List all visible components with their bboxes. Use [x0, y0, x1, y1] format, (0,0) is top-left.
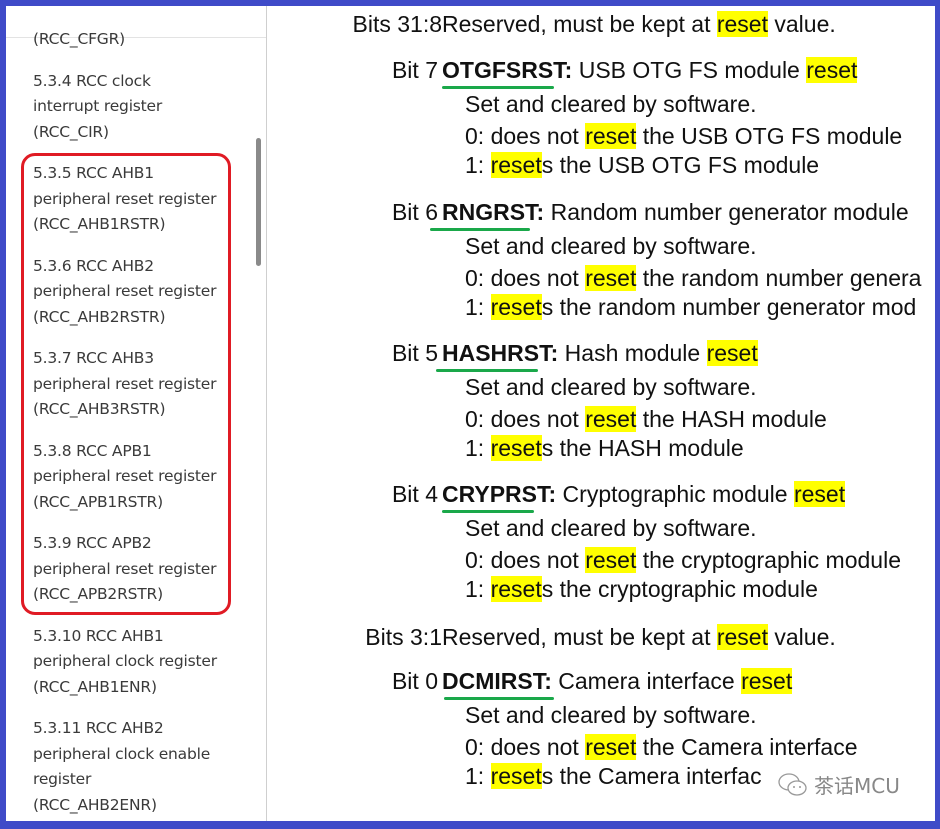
- search-highlight: reset: [741, 668, 793, 694]
- field-name: RNGRST:: [442, 199, 545, 225]
- text: 0: does not: [465, 406, 586, 432]
- text: 0: does not: [465, 547, 586, 573]
- annotation-underline: [442, 86, 554, 89]
- reserved-desc: Reserved, must be kept at reset value.: [442, 11, 836, 38]
- text: value.: [768, 624, 836, 650]
- text: 1:: [465, 435, 491, 461]
- text: 0: does not: [465, 265, 586, 291]
- bit-label: Bit 5: [391, 340, 438, 366]
- field-desc: RNGRST: Random number generator module: [442, 199, 909, 226]
- annotation-underline: [444, 697, 554, 700]
- close-icon[interactable]: ×: [222, 0, 242, 10]
- text: Set and cleared by software.: [465, 233, 757, 259]
- bit-label: Bit 0: [391, 668, 438, 694]
- toc-item-5-3-10[interactable]: 5.3.10 RCC AHB1 peripheral clock registe…: [33, 624, 233, 701]
- text: s the USB OTG FS module: [541, 152, 820, 178]
- search-highlight: reset: [490, 435, 542, 461]
- text: USB OTG FS module: [572, 57, 807, 83]
- text: Cryptographic module: [556, 481, 794, 507]
- value-desc: 0: does not reset the cryptographic modu…: [465, 547, 901, 574]
- toc-item-5-3-11[interactable]: 5.3.11 RCC AHB2 peripheral clock enable …: [33, 716, 233, 818]
- text: 1:: [465, 763, 491, 789]
- text: Reserved, must be kept at: [442, 11, 717, 37]
- value-desc: 1: resets the cryptographic module: [465, 576, 818, 603]
- bit-label: Bits 3:1: [365, 624, 442, 650]
- text: the cryptographic module: [636, 547, 901, 573]
- toc-item-rcc-cfgr[interactable]: (RCC_CFGR): [33, 27, 233, 53]
- value-desc: 0: does not reset the Camera interface: [465, 734, 858, 761]
- field-desc: HASHRST: Hash module reset: [442, 340, 758, 367]
- value-desc: 0: does not reset the USB OTG FS module: [465, 123, 902, 150]
- sidebar-divider: [266, 0, 267, 829]
- text: the USB OTG FS module: [636, 123, 903, 149]
- text: s the cryptographic module: [541, 576, 818, 602]
- text: s the Camera interfac: [541, 763, 762, 789]
- search-highlight: reset: [585, 406, 637, 432]
- value-desc: 1: resets the HASH module: [465, 435, 744, 462]
- search-highlight: reset: [716, 11, 768, 37]
- search-highlight: reset: [490, 763, 542, 789]
- field-name: CRYPRST:: [442, 481, 557, 507]
- search-highlight: reset: [585, 734, 637, 760]
- text: Camera interface: [551, 668, 742, 694]
- field-desc: CRYPRST: Cryptographic module reset: [442, 481, 846, 508]
- text: s the HASH module: [541, 435, 744, 461]
- search-highlight: reset: [585, 547, 637, 573]
- watermark-text: 茶话MCU: [814, 774, 900, 798]
- watermark: 茶话MCU: [778, 770, 900, 799]
- document-content: Bits 31:8 Reserved, must be kept at rese…: [268, 0, 940, 829]
- text: Set and cleared by software.: [465, 515, 757, 541]
- text: Reserved, must be kept at: [442, 624, 717, 650]
- text: value.: [768, 11, 836, 37]
- value-desc: 0: does not reset the HASH module: [465, 406, 827, 433]
- text: 1:: [465, 152, 491, 178]
- text: 1:: [465, 294, 491, 320]
- text: Set and cleared by software.: [465, 374, 757, 400]
- sidebar-scrollbar[interactable]: [256, 138, 261, 266]
- sidebar-title: ents: [0, 0, 35, 7]
- wechat-icon: [778, 772, 807, 796]
- bit-label: Bit 6: [391, 199, 438, 225]
- toc-item-5-3-4[interactable]: 5.3.4 RCC clock interrupt register (RCC_…: [33, 69, 233, 146]
- annotation-highlight-box: [21, 153, 231, 615]
- search-highlight: reset: [716, 624, 768, 650]
- text: the random number genera: [636, 265, 922, 291]
- field-name: OTGFSRST:: [442, 57, 573, 83]
- text: Hash module: [558, 340, 707, 366]
- search-highlight: reset: [585, 265, 637, 291]
- search-highlight: reset: [490, 152, 542, 178]
- bit-label: Bits 31:8: [352, 11, 443, 37]
- text: 0: does not: [465, 123, 586, 149]
- annotation-underline: [442, 510, 534, 513]
- field-desc: DCMIRST: Camera interface reset: [442, 668, 793, 695]
- text: the Camera interface: [636, 734, 858, 760]
- field-name: HASHRST:: [442, 340, 559, 366]
- value-desc: 0: does not reset the random number gene…: [465, 265, 921, 292]
- text: Random number generator module: [544, 199, 909, 225]
- search-highlight: reset: [585, 123, 637, 149]
- search-highlight: reset: [793, 481, 846, 507]
- bit-label: Bit 7: [391, 57, 438, 83]
- bit-label: Bit 4: [391, 481, 438, 507]
- text: 1:: [465, 576, 491, 602]
- value-desc: 1: resets the Camera interfac: [465, 763, 762, 790]
- text: 0: does not: [465, 734, 586, 760]
- field-name: DCMIRST:: [442, 668, 552, 694]
- text: Set and cleared by software.: [465, 91, 757, 117]
- toc-sidebar: ents × (RCC_CFGR) 5.3.4 RCC clock interr…: [0, 0, 266, 829]
- search-highlight: reset: [806, 57, 858, 83]
- value-desc: 1: resets the USB OTG FS module: [465, 152, 819, 179]
- text: the HASH module: [636, 406, 827, 432]
- text: s the random number generator mod: [541, 294, 917, 320]
- search-highlight: reset: [490, 294, 542, 320]
- annotation-underline: [430, 228, 530, 231]
- reserved-desc: Reserved, must be kept at reset value.: [442, 624, 836, 651]
- search-highlight: reset: [490, 576, 542, 602]
- text: Set and cleared by software.: [465, 702, 757, 728]
- search-highlight: reset: [706, 340, 758, 366]
- field-desc: OTGFSRST: USB OTG FS module reset: [442, 57, 858, 84]
- annotation-underline: [436, 369, 538, 372]
- value-desc: 1: resets the random number generator mo…: [465, 294, 916, 321]
